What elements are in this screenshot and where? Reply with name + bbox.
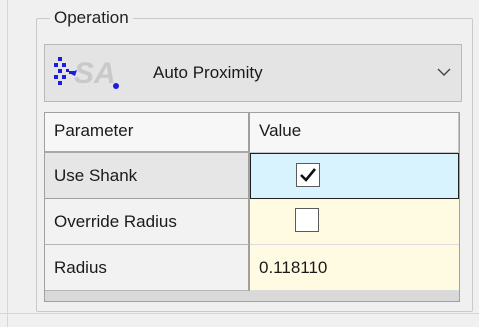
check-mark-icon: [300, 168, 317, 182]
operation-group-title: Operation: [50, 8, 133, 28]
panel-bottom-edge: [0, 313, 479, 314]
parameter-column-header[interactable]: Parameter: [45, 113, 250, 153]
override-radius-checkbox[interactable]: [295, 208, 319, 232]
grid-row-radius[interactable]: Radius 0.118110: [45, 245, 459, 291]
value-cell[interactable]: [250, 199, 459, 245]
operation-dropdown[interactable]: SA Auto Proximity: [44, 44, 462, 102]
parameter-cell[interactable]: Use Shank: [45, 153, 250, 199]
value-column-header[interactable]: Value: [250, 113, 459, 153]
parameter-cell[interactable]: Override Radius: [45, 199, 250, 245]
operation-panel: Operation SA Auto Proximity Parameter Va…: [0, 0, 479, 327]
sa-auto-proximity-icon: SA: [54, 57, 119, 90]
chevron-down-icon[interactable]: [437, 67, 451, 77]
panel-left-edge: [7, 0, 8, 327]
value-cell[interactable]: [250, 153, 459, 199]
radius-value-field[interactable]: 0.118110: [250, 245, 459, 291]
grid-header-row: Parameter Value: [45, 113, 459, 153]
grid-row-override-radius[interactable]: Override Radius: [45, 199, 459, 245]
use-shank-checkbox[interactable]: [296, 163, 320, 187]
svg-text:SA: SA: [74, 57, 116, 90]
grid-row-use-shank[interactable]: Use Shank: [45, 153, 459, 199]
parameter-grid: Parameter Value Use Shank Override Radiu…: [44, 112, 460, 302]
operation-selected-label: Auto Proximity: [153, 63, 263, 82]
parameter-cell[interactable]: Radius: [45, 245, 250, 291]
